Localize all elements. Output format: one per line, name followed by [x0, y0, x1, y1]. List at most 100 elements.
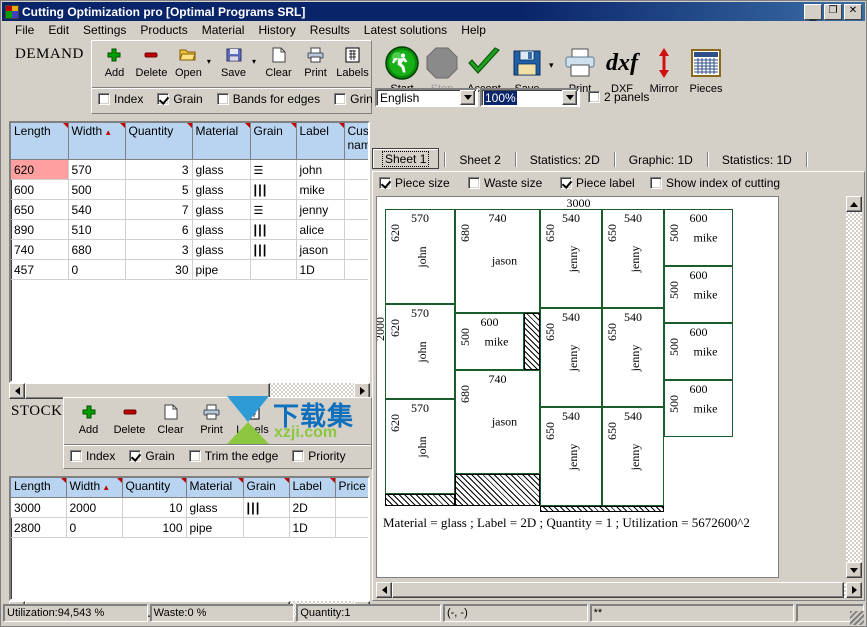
- demand-cell-customer[interactable]: [344, 200, 370, 220]
- cut-piece[interactable]: 540 650 jenny: [540, 209, 602, 308]
- close-button[interactable]: ✕: [844, 4, 862, 20]
- demand-cell-grain[interactable]: ☰: [250, 200, 296, 220]
- stock-index-checkbox[interactable]: Index: [70, 449, 115, 463]
- demand-cell-material[interactable]: pipe: [192, 260, 250, 280]
- demand-col-quantity[interactable]: Quantity: [125, 123, 192, 160]
- graphic-vscrollbar[interactable]: [846, 196, 862, 578]
- menu-edit[interactable]: Edit: [41, 22, 76, 38]
- demand-cell-length[interactable]: 600: [11, 180, 68, 200]
- demand-cell-label[interactable]: alice: [296, 220, 344, 240]
- menu-file[interactable]: File: [8, 22, 41, 38]
- demand-cell-quantity[interactable]: 7: [125, 200, 192, 220]
- table-row[interactable]: 2800 0 100 pipe 1D 0: [11, 518, 370, 538]
- demand-col-width[interactable]: Width▲: [68, 123, 125, 160]
- demand-cell-customer[interactable]: [344, 260, 370, 280]
- demand-cell-quantity[interactable]: 3: [125, 240, 192, 260]
- demand-col-grain[interactable]: Grain: [250, 123, 296, 160]
- demand-cell-customer[interactable]: [344, 160, 370, 180]
- demand-cell-grain[interactable]: |||: [250, 240, 296, 260]
- scroll-track[interactable]: [392, 582, 846, 598]
- stock-clear-button[interactable]: Clear: [150, 398, 191, 436]
- chevron-down-icon[interactable]: [562, 90, 577, 105]
- stock-add-button[interactable]: Add: [68, 398, 109, 436]
- demand-cell-length[interactable]: 457: [11, 260, 68, 280]
- demand-cell-material[interactable]: glass: [192, 220, 250, 240]
- demand-cell-material[interactable]: glass: [192, 200, 250, 220]
- demand-clear-button[interactable]: Clear: [260, 41, 297, 79]
- demand-cell-quantity[interactable]: 5: [125, 180, 192, 200]
- show-index-checkbox[interactable]: Show index of cutting: [650, 176, 780, 190]
- tab-statistics-2d[interactable]: Statistics: 2D: [521, 150, 609, 169]
- table-row[interactable]: 650 540 7 glass ☰ jenny: [11, 200, 370, 220]
- demand-cell-length[interactable]: 650: [11, 200, 68, 220]
- stock-trim-checkbox[interactable]: Trim the edge: [189, 449, 279, 463]
- demand-cell-quantity[interactable]: 30: [125, 260, 192, 280]
- demand-cell-customer[interactable]: [344, 240, 370, 260]
- stock-col-grain[interactable]: Grain: [243, 478, 289, 498]
- cutting-diagram-canvas[interactable]: 3000 2000 570 620 john 570 620 john: [376, 196, 779, 578]
- demand-cell-quantity[interactable]: 6: [125, 220, 192, 240]
- demand-cell-length[interactable]: 890: [11, 220, 68, 240]
- stock-cell-quantity[interactable]: 100: [122, 518, 186, 538]
- scroll-right-button[interactable]: [846, 582, 862, 598]
- demand-col-customer[interactable]: Customer name: [344, 123, 370, 160]
- tab-sheet-2[interactable]: Sheet 2: [450, 150, 509, 169]
- demand-cell-grain[interactable]: [250, 260, 296, 280]
- graphic-hscrollbar[interactable]: [376, 582, 862, 598]
- table-row[interactable]: 3000 2000 10 glass ||| 2D 0: [11, 498, 370, 518]
- demand-col-material[interactable]: Material: [192, 123, 250, 160]
- demand-cell-label[interactable]: jason: [296, 240, 344, 260]
- language-select[interactable]: English: [375, 88, 478, 107]
- cut-piece[interactable]: 600 500 mike: [664, 266, 733, 323]
- stock-cell-material[interactable]: glass: [186, 498, 243, 518]
- demand-grid[interactable]: Length Width▲ Quantity Material Grain La…: [9, 121, 370, 383]
- menu-results[interactable]: Results: [303, 22, 357, 38]
- demand-cell-width[interactable]: 540: [68, 200, 125, 220]
- stock-cell-width[interactable]: 0: [66, 518, 122, 538]
- demand-cell-width[interactable]: 680: [68, 240, 125, 260]
- menu-products[interactable]: Products: [133, 22, 194, 38]
- resize-grip[interactable]: [850, 611, 864, 625]
- demand-index-checkbox[interactable]: Index: [98, 92, 143, 106]
- stock-cell-material[interactable]: pipe: [186, 518, 243, 538]
- waste-size-checkbox[interactable]: Waste size: [468, 176, 542, 190]
- stock-cell-grain[interactable]: [243, 518, 289, 538]
- demand-bands-checkbox[interactable]: Bands for edges: [217, 92, 320, 106]
- stock-grid[interactable]: Length Width▲ Quantity Material Grain La…: [9, 476, 370, 601]
- table-row[interactable]: 620 570 3 glass ☰ john: [11, 160, 370, 180]
- cut-piece[interactable]: 600 500 mike: [664, 209, 733, 266]
- menu-help[interactable]: Help: [454, 22, 493, 38]
- tab-graphic-1d[interactable]: Graphic: 1D: [620, 150, 702, 169]
- demand-cell-grain[interactable]: ☰: [250, 160, 296, 180]
- tab-statistics-1d[interactable]: Statistics: 1D: [713, 150, 801, 169]
- demand-save-dropdown-arrow[interactable]: ▾: [252, 57, 260, 66]
- cut-piece[interactable]: 540 650 jenny: [540, 407, 602, 506]
- demand-print-button[interactable]: Print: [297, 41, 334, 79]
- demand-cell-quantity[interactable]: 3: [125, 160, 192, 180]
- stock-cell-quantity[interactable]: 10: [122, 498, 186, 518]
- demand-cell-label[interactable]: mike: [296, 180, 344, 200]
- minimize-button[interactable]: _: [804, 4, 822, 20]
- demand-cell-label[interactable]: 1D: [296, 260, 344, 280]
- demand-open-dropdown-arrow[interactable]: ▾: [207, 57, 215, 66]
- menu-settings[interactable]: Settings: [76, 22, 133, 38]
- demand-cell-material[interactable]: glass: [192, 160, 250, 180]
- table-row[interactable]: 600 500 5 glass ||| mike: [11, 180, 370, 200]
- stock-print-button[interactable]: Print: [191, 398, 232, 436]
- stock-cell-label[interactable]: 2D: [289, 498, 335, 518]
- stock-cell-width[interactable]: 2000: [66, 498, 122, 518]
- table-row[interactable]: 890 510 6 glass ||| alice: [11, 220, 370, 240]
- stock-priority-checkbox[interactable]: Priority: [292, 449, 345, 463]
- stock-cell-label[interactable]: 1D: [289, 518, 335, 538]
- demand-col-length[interactable]: Length: [11, 123, 68, 160]
- chevron-down-icon[interactable]: [460, 90, 475, 105]
- scroll-down-button[interactable]: [846, 562, 862, 578]
- tab-sheet-1[interactable]: Sheet 1: [372, 148, 439, 169]
- stock-col-label[interactable]: Label: [289, 478, 335, 498]
- demand-cell-label[interactable]: john: [296, 160, 344, 180]
- stock-col-width[interactable]: Width▲: [66, 478, 122, 498]
- demand-cell-width[interactable]: 510: [68, 220, 125, 240]
- stock-cell-price[interactable]: 0: [335, 498, 370, 518]
- demand-grain-checkbox[interactable]: Grain: [157, 92, 202, 106]
- demand-cell-material[interactable]: glass: [192, 180, 250, 200]
